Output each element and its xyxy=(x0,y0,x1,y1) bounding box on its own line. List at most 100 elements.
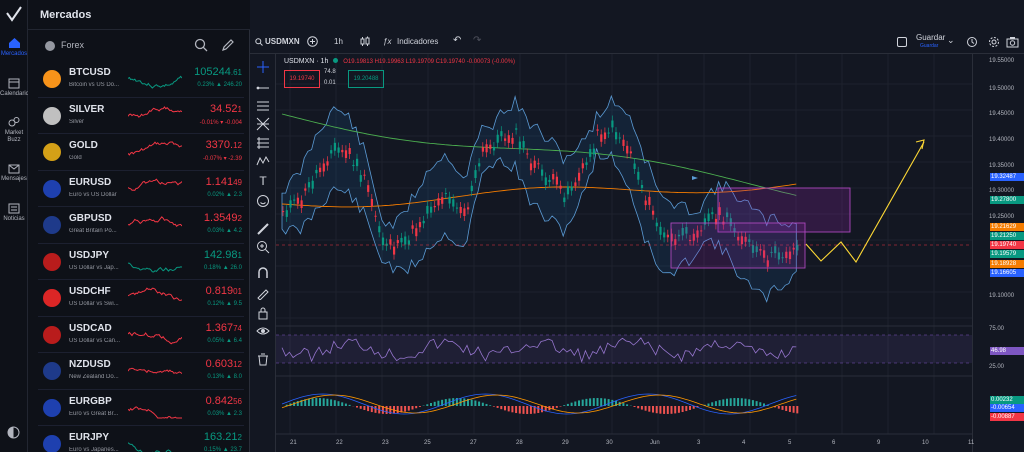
candle-body xyxy=(489,144,492,149)
macd-histogram-bar xyxy=(792,406,795,413)
instrument-price: 0.84256 xyxy=(206,395,242,407)
candle-body xyxy=(359,175,362,182)
nav-item-market-buzz[interactable]: Market Buzz xyxy=(0,116,28,144)
fib-icon[interactable] xyxy=(256,136,270,150)
watchlist-row[interactable]: USDCHF US Dollar vs Swi... 0.81901 0.12% ▲ … xyxy=(38,280,244,317)
layout-icon[interactable] xyxy=(897,37,907,47)
save-sublabel: Guardar xyxy=(920,43,939,49)
time-tick: 25 xyxy=(424,440,431,446)
instrument-change: 0.13% ▲ 8.0 xyxy=(207,374,242,380)
ruler-icon[interactable] xyxy=(256,222,270,236)
theme-toggle-icon[interactable] xyxy=(7,426,20,439)
watchlist-row[interactable]: GOLD Gold 3370.12 -0.07% ▾ -2.39 xyxy=(38,134,244,171)
candle-body xyxy=(592,148,595,155)
candle-body xyxy=(644,200,647,206)
macd-histogram-bar xyxy=(589,398,592,406)
nav-item-calendario[interactable]: Calendario xyxy=(0,77,30,98)
price-chart[interactable] xyxy=(276,54,972,452)
macd-histogram-bar xyxy=(507,406,510,412)
time-tick: 10 xyxy=(922,440,929,446)
macd-histogram-bar xyxy=(755,401,758,406)
candle-body xyxy=(652,210,655,215)
horizontal-lines-icon[interactable] xyxy=(256,99,270,113)
macd-histogram-bar xyxy=(319,398,321,406)
macd-histogram-bar xyxy=(485,403,488,406)
instrument-symbol: SILVER xyxy=(69,103,105,115)
watchlist-row[interactable]: GBPUSD Great Britain Po... 1.35492 0.03% ▲ … xyxy=(38,207,244,244)
macd-histogram-bar xyxy=(344,403,347,406)
text-tool-icon[interactable]: T xyxy=(256,174,270,188)
chevron-down-icon[interactable]: ⌄ xyxy=(947,35,955,46)
alert-clock-icon[interactable] xyxy=(966,36,978,48)
instrument-symbol: GOLD xyxy=(69,140,98,151)
watchlist-category[interactable]: Forex xyxy=(61,40,84,50)
undo-icon[interactable]: ↶ xyxy=(453,35,461,46)
macd-histogram-bar xyxy=(714,401,717,406)
candle-body xyxy=(541,169,544,176)
nav-item-mercados[interactable]: Mercados xyxy=(0,37,28,58)
trendline-icon[interactable] xyxy=(256,81,270,95)
macd-histogram-bar xyxy=(729,398,732,406)
instrument-symbol: EURUSD xyxy=(69,176,112,188)
instrument-description: US Dollar vs Jap... xyxy=(69,264,119,271)
watchlist-row[interactable]: EURGBP Euro vs Great Br... 0.84256 0.03% ▲ … xyxy=(38,390,244,426)
pitchfork-icon[interactable] xyxy=(256,117,270,131)
macd-histogram-bar xyxy=(648,406,651,412)
zoom-in-icon[interactable] xyxy=(256,240,270,254)
instrument-price: 1.14149 xyxy=(206,176,242,188)
watchlist-row[interactable]: USDJPY US Dollar vs Jap... 142.981 0.18% ▲ … xyxy=(38,244,244,280)
rsi-tick: 25.00 xyxy=(989,364,1005,370)
pattern-icon[interactable] xyxy=(256,154,270,168)
eye-icon[interactable] xyxy=(256,324,270,338)
symbol-search-icon[interactable] xyxy=(255,38,263,46)
price-axis[interactable]: 19.55000 19.50000 19.45000 19.40000 19.3… xyxy=(972,54,1024,452)
watchlist-row[interactable]: USDCAD US Dollar vs Can... 1.36774 0.05% ▲ … xyxy=(38,317,244,353)
snapshot-camera-icon[interactable] xyxy=(1006,36,1019,48)
candle-body xyxy=(374,215,377,217)
interval-button[interactable]: 1h xyxy=(334,37,343,46)
sparkline xyxy=(128,75,182,89)
watchlist-row[interactable]: EURJPY Euro vs Japanes... 163.212 0.15% ▲ 2… xyxy=(38,426,244,452)
buy-price-button[interactable]: 19.20488 xyxy=(348,70,384,88)
main-nav: Mercados Calendario Market Buzz Mensajes… xyxy=(0,0,30,452)
add-symbol-icon[interactable] xyxy=(307,36,318,47)
macd-histogram-bar xyxy=(733,398,736,406)
trash-icon[interactable] xyxy=(256,352,270,366)
candle-body xyxy=(626,145,629,154)
instrument-description: New Zealand Do... xyxy=(69,374,119,380)
instrument-icon xyxy=(43,216,61,234)
lock-icon[interactable] xyxy=(256,306,270,320)
indicators-icon[interactable]: ƒx xyxy=(383,37,391,46)
candle-body xyxy=(415,228,418,237)
redo-icon[interactable]: ↷ xyxy=(473,35,481,46)
sparkline xyxy=(128,177,182,191)
search-icon[interactable] xyxy=(194,38,208,52)
emoji-icon[interactable] xyxy=(256,194,270,208)
sell-price-button[interactable]: 19.19740 xyxy=(284,70,320,88)
instrument-description: Bitcoin vs US Do... xyxy=(69,82,120,88)
save-button[interactable]: Guardar xyxy=(916,33,945,42)
macd-histogram-bar xyxy=(611,399,614,406)
macd-histogram-bar xyxy=(622,403,625,406)
watchlist-row[interactable]: SILVER Silver 34.521 -0.01% ▾ -0.004 xyxy=(38,98,244,134)
nav-item-mensajes[interactable]: Mensajes xyxy=(0,164,28,183)
watchlist-row[interactable]: NZDUSD New Zealand Do... 0.60312 0.13% ▲ 8.… xyxy=(38,353,244,390)
crosshair-icon[interactable] xyxy=(256,60,270,74)
candle-body xyxy=(511,137,514,144)
magnet-icon[interactable] xyxy=(256,266,270,280)
indicators-button[interactable]: Indicadores xyxy=(397,37,438,46)
macd-histogram-bar xyxy=(433,401,436,406)
time-tick: 21 xyxy=(290,440,297,446)
watchlist-row[interactable]: EURUSD Euro vs US Dollar 1.14149 0.02% ▲ 2.… xyxy=(38,171,244,207)
stay-drawing-icon[interactable] xyxy=(256,286,270,300)
candles-icon[interactable] xyxy=(359,36,371,47)
candle-body xyxy=(485,144,488,153)
settings-gear-icon[interactable] xyxy=(988,36,1000,48)
edit-icon[interactable] xyxy=(221,38,235,52)
macd-histogram-bar xyxy=(322,398,325,406)
nav-label: Calendario xyxy=(0,91,30,97)
symbol-button[interactable]: USDMXN xyxy=(265,37,300,46)
watchlist-row[interactable]: BTCUSD Bitcoin vs US Do... 105244.61 0.23% … xyxy=(38,61,244,98)
candle-body xyxy=(659,226,662,235)
nav-item-noticias[interactable]: Noticias xyxy=(0,203,28,223)
